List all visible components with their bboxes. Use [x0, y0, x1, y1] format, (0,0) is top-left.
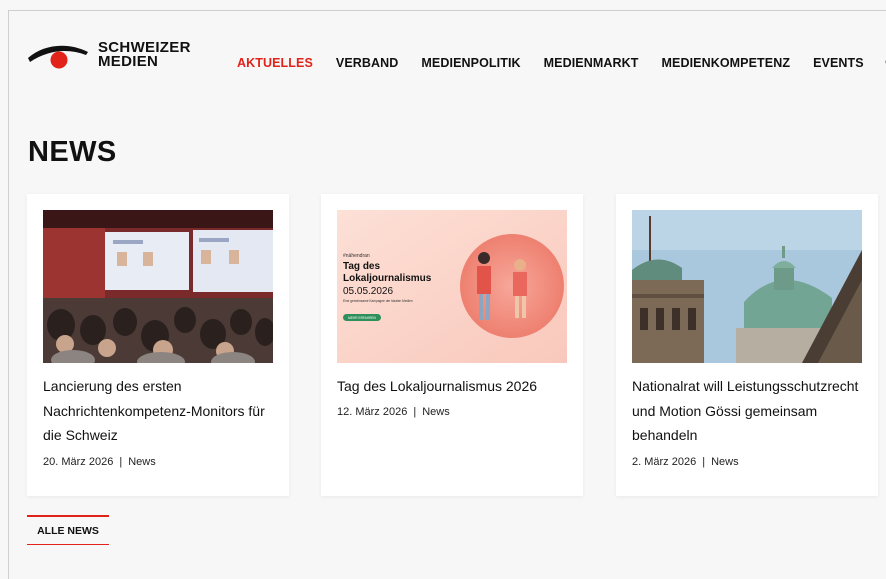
conference-photo: [43, 210, 273, 363]
brand-logo[interactable]: SCHWEIZER MEDIEN: [26, 38, 196, 72]
bundeshaus-photo: [632, 210, 862, 363]
banner-headline-2: Lokaljournalismus: [343, 273, 432, 284]
main-nav: AKTUELLES VERBAND MEDIENPOLITIK MEDIENMA…: [237, 56, 886, 70]
nav-item-aktuelles[interactable]: AKTUELLES: [237, 56, 313, 70]
page-title: NEWS: [28, 136, 117, 168]
news-meta: 20. März 2026 | News: [43, 456, 156, 468]
banner-hashtag: #nähendran: [343, 253, 370, 259]
news-title[interactable]: Lancierung des ersten Nachrichtenkompete…: [43, 374, 275, 448]
news-meta: 12. März 2026 | News: [337, 406, 450, 418]
news-date: 20. März 2026: [43, 456, 114, 468]
brand-wordmark: SCHWEIZER MEDIEN: [98, 39, 191, 70]
nav-item-events[interactable]: EVENTS: [813, 56, 864, 70]
banner-headline-1: Tag des: [343, 261, 380, 272]
banner-date: 05.05.2026: [343, 286, 393, 297]
news-card-1[interactable]: Lancierung des ersten Nachrichtenkompete…: [27, 194, 289, 496]
news-category: News: [422, 406, 450, 418]
nav-item-medienkompetenz[interactable]: MEDIENKOMPETENZ: [662, 56, 791, 70]
news-title[interactable]: Nationalrat will Leistungsschutzrecht un…: [632, 374, 864, 448]
banner-button: MEHR ERFAHREN: [348, 316, 376, 320]
news-category: News: [128, 456, 156, 468]
event-banner: #nähendran Tag des Lokaljournalismus 05.…: [337, 210, 567, 363]
nav-item-medienpolitik[interactable]: MEDIENPOLITIK: [421, 56, 520, 70]
nav-item-verband[interactable]: VERBAND: [336, 56, 399, 70]
news-title[interactable]: Tag des Lokaljournalismus 2026: [337, 374, 569, 399]
news-card-3[interactable]: Nationalrat will Leistungsschutzrecht un…: [616, 194, 878, 496]
banner-sub: Eine gemeinsame Kampagne der lokalen Med…: [343, 299, 413, 303]
news-card-2[interactable]: #nähendran Tag des Lokaljournalismus 05.…: [321, 194, 583, 496]
nav-item-medienmarkt[interactable]: MEDIENMARKT: [544, 56, 639, 70]
all-news-button[interactable]: ALLE NEWS: [27, 515, 109, 545]
news-category: News: [711, 456, 739, 468]
news-meta: 2. März 2026 | News: [632, 456, 739, 468]
logo-mark-icon: [28, 45, 88, 69]
news-date: 2. März 2026: [632, 456, 697, 468]
news-date: 12. März 2026: [337, 406, 408, 418]
